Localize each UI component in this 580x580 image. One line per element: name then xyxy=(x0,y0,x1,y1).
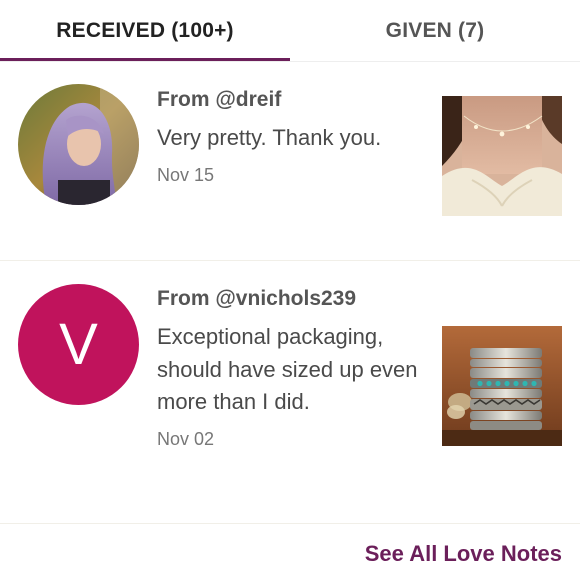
avatar[interactable] xyxy=(18,84,139,205)
product-thumbnail[interactable] xyxy=(442,326,562,446)
avatar[interactable]: V xyxy=(18,284,139,405)
necklace-photo xyxy=(442,96,562,216)
avatar-initial: V xyxy=(59,311,98,377)
note-message: Exceptional packaging, should have sized… xyxy=(157,324,418,414)
active-tab-indicator xyxy=(0,58,290,61)
stacked-rings-photo xyxy=(442,326,562,446)
tab-received-label: RECEIVED (100+) xyxy=(56,19,234,42)
note-message: Very pretty. Thank you. xyxy=(157,125,382,150)
love-note: From @dreif Very pretty. Thank you. Nov … xyxy=(0,62,580,261)
note-author[interactable]: From @dreif xyxy=(157,86,427,114)
tab-given[interactable]: GIVEN (7) xyxy=(290,0,580,62)
see-all-love-notes-link[interactable]: See All Love Notes xyxy=(365,541,562,567)
note-date: Nov 02 xyxy=(157,428,215,449)
note-author[interactable]: From @vnichols239 xyxy=(157,285,427,313)
tab-bar: RECEIVED (100+) GIVEN (7) xyxy=(0,0,580,62)
product-thumbnail[interactable] xyxy=(442,96,562,216)
tab-received[interactable]: RECEIVED (100+) xyxy=(0,0,290,62)
note-content: From @vnichols239 Exceptional packaging,… xyxy=(157,285,427,451)
love-note: V From @vnichols239 Exceptional packagin… xyxy=(0,262,580,524)
avatar-photo xyxy=(18,84,139,205)
note-date: Nov 15 xyxy=(157,164,215,185)
note-content: From @dreif Very pretty. Thank you. Nov … xyxy=(157,86,427,187)
tab-given-label: GIVEN (7) xyxy=(385,19,485,42)
